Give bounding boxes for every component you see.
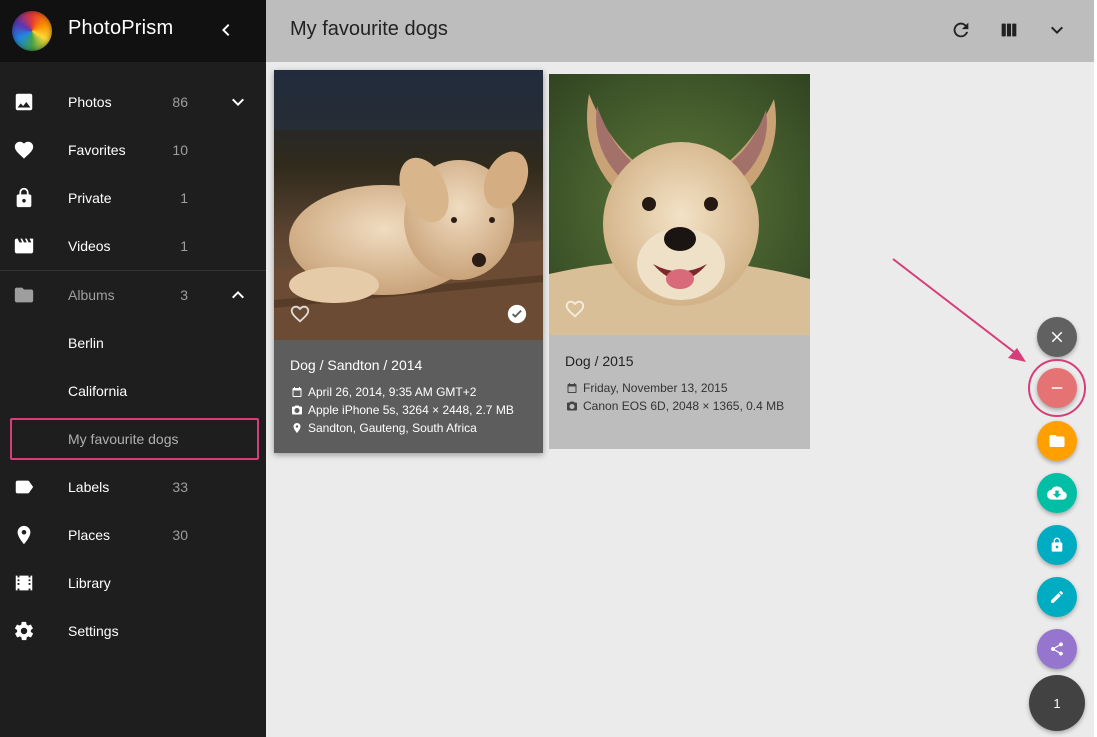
sidebar-item-favorites[interactable]: Favorites 10 <box>0 126 266 174</box>
view-column-icon <box>1001 23 1017 37</box>
collapse-drawer-button[interactable] <box>214 18 238 42</box>
sidebar-item-albums[interactable]: Albums 3 <box>0 271 266 319</box>
photo-card[interactable]: Dog / Sandton / 2014 April 26, 2014, 9:3… <box>274 70 543 453</box>
selection-count-fab[interactable]: 1 <box>1029 675 1085 731</box>
sidebar-item-label: Labels <box>68 479 110 495</box>
brand-header: PhotoPrism <box>0 0 266 62</box>
add-to-album-button[interactable] <box>1037 421 1077 461</box>
chevron-down-icon[interactable] <box>226 90 250 114</box>
photo-date: April 26, 2014, 9:35 AM GMT+2 <box>290 385 476 399</box>
favorites-count: 10 <box>172 142 188 158</box>
make-private-button[interactable] <box>1037 525 1077 565</box>
sidebar-item-library[interactable]: Library <box>0 559 266 607</box>
edit-button[interactable] <box>1037 577 1077 617</box>
location-text: Sandton, Gauteng, South Africa <box>308 421 477 435</box>
photo-thumbnail[interactable] <box>274 70 543 340</box>
refresh-icon <box>953 22 969 38</box>
pencil-icon <box>1051 590 1063 603</box>
movie-icon <box>12 234 36 258</box>
heart-outline-icon[interactable] <box>564 298 586 320</box>
check-circle-icon[interactable] <box>506 303 528 325</box>
page-title: My favourite dogs <box>290 18 448 40</box>
albums-count: 3 <box>180 287 188 303</box>
selection-count: 1 <box>1053 695 1061 711</box>
sidebar-item-label: Photos <box>68 94 112 110</box>
app-name: PhotoPrism <box>68 17 174 39</box>
annotation-arrow <box>892 258 1026 362</box>
gear-icon <box>12 619 36 643</box>
place-icon <box>290 421 304 435</box>
view-toggle-button[interactable] <box>997 18 1021 42</box>
camera-text: Canon EOS 6D, 2048 × 1365, 0.4 MB <box>583 399 785 413</box>
photo-camera: Canon EOS 6D, 2048 × 1365, 0.4 MB <box>565 399 784 413</box>
heart-outline-icon[interactable] <box>289 303 311 325</box>
chevron-left-icon <box>222 24 230 36</box>
share-icon <box>1051 642 1063 656</box>
sidebar-item-label: Favorites <box>68 142 126 158</box>
chevron-up-icon[interactable] <box>226 283 250 307</box>
photo-title[interactable]: Dog / Sandton / 2014 <box>290 357 422 373</box>
sidebar-item-label: Albums <box>68 287 115 303</box>
camera-icon <box>565 399 579 413</box>
sidebar-item-label: Places <box>68 527 111 543</box>
share-button[interactable] <box>1037 629 1077 669</box>
photo-date: Friday, November 13, 2015 <box>565 381 728 395</box>
date-text: April 26, 2014, 9:35 AM GMT+2 <box>308 385 477 399</box>
photo-thumbnail[interactable] <box>549 74 810 335</box>
photo-location[interactable]: Sandton, Gauteng, South Africa <box>290 421 477 435</box>
film-icon <box>12 571 36 595</box>
sidebar-item-settings[interactable]: Settings <box>0 607 266 655</box>
folder-icon <box>12 283 36 307</box>
sidebar-item-label: California <box>68 383 128 399</box>
sidebar-item-label: Settings <box>68 623 119 639</box>
camera-text: Apple iPhone 5s, 3264 × 2448, 2.7 MB <box>308 403 514 417</box>
calendar-icon <box>290 385 304 399</box>
close-icon <box>1051 331 1063 343</box>
nav-list: Photos 86 Favorites 10 Private 1 Videos … <box>0 78 266 655</box>
sidebar-item-videos[interactable]: Videos 1 <box>0 222 266 270</box>
sidebar-item-berlin[interactable]: Berlin <box>0 319 266 367</box>
places-count: 30 <box>172 527 188 543</box>
remove-from-album-button[interactable] <box>1037 368 1077 408</box>
close-selection-button[interactable] <box>1037 317 1077 357</box>
download-button[interactable] <box>1037 473 1077 513</box>
folder-icon <box>1049 435 1065 447</box>
sidebar-item-label: Berlin <box>68 335 104 351</box>
expand-toolbar-button[interactable] <box>1045 18 1069 42</box>
place-icon <box>12 523 36 547</box>
photoprism-logo[interactable] <box>12 11 52 51</box>
heart-icon <box>12 138 36 162</box>
reload-button[interactable] <box>949 18 973 42</box>
private-count: 1 <box>180 190 188 206</box>
sidebar-item-label: Private <box>68 190 112 206</box>
sidebar-item-label: My favourite dogs <box>68 431 179 447</box>
sidebar-item-places[interactable]: Places 30 <box>0 511 266 559</box>
cloud-download-icon <box>1047 486 1067 500</box>
date-text: Friday, November 13, 2015 <box>583 381 728 395</box>
label-icon <box>12 475 36 499</box>
sidebar-item-label: Library <box>68 575 111 591</box>
photo-title[interactable]: Dog / 2015 <box>565 353 634 369</box>
calendar-icon <box>565 381 579 395</box>
sidebar-item-private[interactable]: Private 1 <box>0 174 266 222</box>
labels-count: 33 <box>172 479 188 495</box>
videos-count: 1 <box>180 238 188 254</box>
minus-icon <box>1051 387 1063 389</box>
photo-camera: Apple iPhone 5s, 3264 × 2448, 2.7 MB <box>290 403 514 417</box>
sidebar-item-my-favourite-dogs[interactable]: My favourite dogs <box>0 415 266 463</box>
camera-icon <box>290 403 304 417</box>
sidebar-item-california[interactable]: California <box>0 367 266 415</box>
sidebar-item-labels[interactable]: Labels 33 <box>0 463 266 511</box>
navigation-drawer: PhotoPrism Photos 86 Favorites 10 Privat… <box>0 0 266 737</box>
lock-icon <box>1051 537 1063 552</box>
sidebar-item-photos[interactable]: Photos 86 <box>0 78 266 126</box>
chevron-down-icon <box>1051 26 1063 34</box>
photo-card[interactable]: Dog / 2015 Friday, November 13, 2015 Can… <box>549 74 810 449</box>
image-icon <box>12 90 36 114</box>
photos-count: 86 <box>172 94 188 110</box>
top-toolbar: My favourite dogs <box>266 0 1094 62</box>
lock-icon <box>12 186 36 210</box>
sidebar-item-label: Videos <box>68 238 111 254</box>
